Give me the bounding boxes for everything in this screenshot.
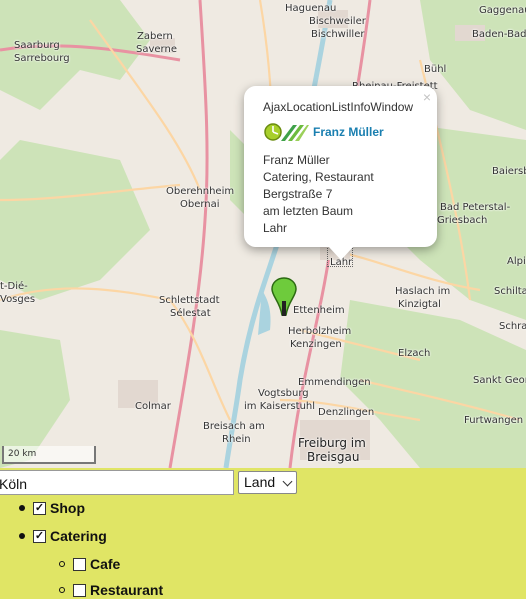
- tree-item-catering: ✓ Catering: [19, 527, 107, 545]
- place-schiltach: Schiltac: [494, 286, 526, 297]
- place-buhl: Bühl: [424, 64, 447, 75]
- place-kaiserstuhl: im Kaiserstuhl: [244, 401, 316, 412]
- location-marker[interactable]: [271, 277, 297, 321]
- tree-label-restaurant: Restaurant: [90, 582, 164, 598]
- catering-checkbox[interactable]: ✓: [33, 529, 46, 543]
- tree-item-shop: ✓ Shop: [19, 499, 85, 517]
- place-zabern: Zabern: [137, 31, 173, 42]
- address-street: Bergstraße 7: [263, 187, 333, 201]
- place-alpir: Alpir: [507, 256, 526, 267]
- tree-label-catering: Catering: [50, 528, 107, 544]
- tree-label-shop: Shop: [50, 500, 85, 516]
- place-griesbach: Griesbach: [437, 215, 488, 226]
- place-furtwangen: Furtwangen: [464, 415, 524, 426]
- map[interactable]: Haguenau Bischweiler Bischwiller Gaggena…: [0, 0, 526, 468]
- place-obernai: Obernai: [180, 199, 220, 210]
- info-window-title: AjaxLocationListInfoWindow: [263, 100, 414, 114]
- place-peterstal: Bad Peterstal-: [440, 202, 511, 213]
- address-city: Lahr: [263, 221, 288, 235]
- cafe-checkbox[interactable]: [73, 557, 86, 571]
- place-schlettstadt: Schlettstadt: [159, 295, 220, 306]
- place-breisach: Breisach am: [203, 421, 265, 432]
- place-freiburg: Freiburg im: [298, 436, 366, 450]
- chevron-down-icon: [282, 476, 293, 487]
- hollow-bullet-icon: [59, 561, 65, 567]
- place-vosges: Vosges: [0, 294, 36, 305]
- scale-bar: 20 km: [2, 446, 96, 464]
- place-denzlingen: Denzlingen: [318, 407, 375, 418]
- place-sanktgeorg: Sankt Georg: [473, 375, 526, 386]
- scale-label: 20 km: [8, 449, 37, 459]
- place-breisgau: Breisgau: [307, 450, 360, 464]
- address-name: Franz Müller: [263, 153, 330, 167]
- place-saarburg: Saarburg: [14, 40, 60, 51]
- place-schramberg: Schra: [499, 321, 526, 332]
- filter-panel: Land ✓ Shop ✓ Catering Cafe Restaurant: [0, 468, 526, 599]
- place-kinzigtal: Kinzigtal: [398, 299, 441, 310]
- place-elzach: Elzach: [398, 348, 431, 359]
- place-herbolzheim: Herbolzheim: [288, 326, 352, 337]
- brand-name-link[interactable]: Franz Müller: [313, 125, 384, 139]
- place-rhein: Rhein: [222, 434, 251, 445]
- place-oberehnheim: Oberehnheim: [166, 186, 235, 197]
- restaurant-checkbox[interactable]: [73, 583, 86, 597]
- address-block: Franz Müller Catering, Restaurant Bergst…: [263, 152, 437, 237]
- bullet-icon: [19, 505, 25, 511]
- tree-label-cafe: Cafe: [90, 556, 121, 572]
- check-icon: ✓: [34, 529, 45, 542]
- map-pin-icon: [271, 277, 297, 316]
- place-st-die: t-Dié-: [0, 281, 28, 292]
- place-colmar: Colmar: [135, 401, 171, 412]
- tree-item-cafe: Cafe: [59, 555, 120, 573]
- place-vogtsburg: Vogtsburg: [258, 388, 309, 399]
- place-baden-baden: Baden-Baden: [472, 29, 526, 40]
- place-ettenheim: Ettenheim: [293, 305, 345, 316]
- place-bischwiller: Bischwiller: [311, 29, 365, 40]
- place-baiersbronn: Baiersbronn: [492, 166, 526, 177]
- place-sarrebourg: Sarrebourg: [14, 53, 70, 64]
- hollow-bullet-icon: [59, 587, 65, 593]
- brand-row: Franz Müller: [263, 121, 437, 143]
- address-extra: am letzten Baum: [263, 204, 354, 218]
- place-haslach: Haslach im: [395, 286, 451, 297]
- place-selestat: Sélestat: [170, 308, 211, 319]
- bullet-icon: [19, 533, 25, 539]
- place-kenzingen: Kenzingen: [290, 339, 342, 350]
- scope-select-value: Land: [244, 474, 276, 490]
- scope-select[interactable]: Land: [238, 471, 297, 494]
- tree-item-restaurant: Restaurant: [59, 581, 163, 599]
- shop-checkbox[interactable]: ✓: [33, 501, 46, 515]
- info-window-tail: [328, 246, 354, 260]
- location-search-input[interactable]: [0, 470, 234, 495]
- place-haguenau: Haguenau: [285, 3, 337, 14]
- franz-mueller-logo-icon: [264, 123, 309, 141]
- place-saverne: Saverne: [136, 44, 177, 55]
- place-gaggenau: Gaggenau: [479, 5, 526, 16]
- info-window: × AjaxLocationListInfoWindow Franz Mülle…: [244, 86, 437, 260]
- close-icon[interactable]: ×: [423, 89, 431, 105]
- place-bischweiler: Bischweiler: [309, 16, 366, 27]
- address-categories: Catering, Restaurant: [263, 170, 374, 184]
- check-icon: ✓: [34, 501, 45, 514]
